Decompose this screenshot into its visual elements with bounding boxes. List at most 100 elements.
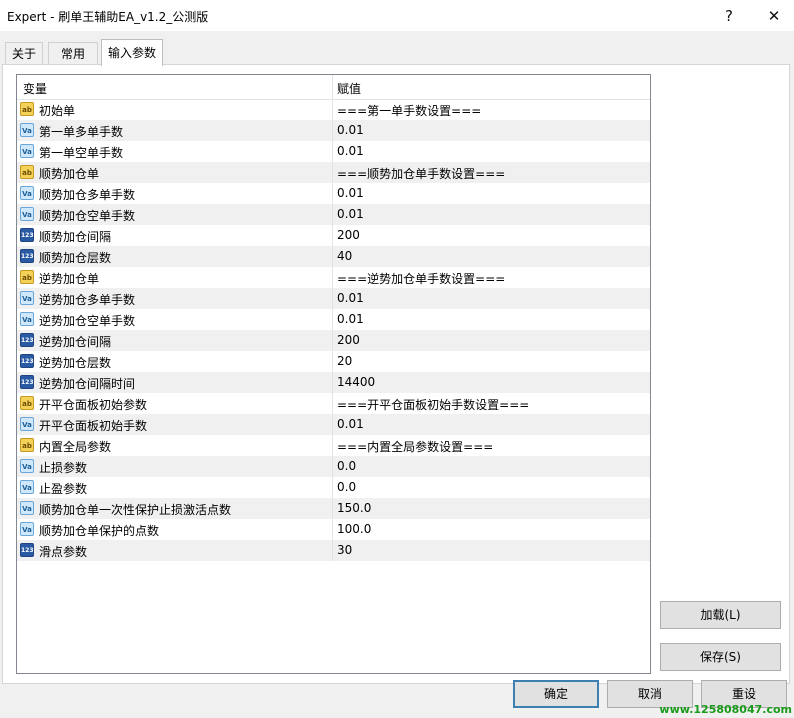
variable-value[interactable]: 0.01 bbox=[337, 291, 364, 305]
table-row[interactable]: Va 逆势加仓多单手数 0.01 bbox=[17, 288, 650, 309]
inputs-grid: 变量 赋值 ab 初始单 ===第一单手数设置=== Va 第一单多单手数 0.01 Va 第… bbox=[16, 74, 651, 674]
double-type-icon: Va bbox=[20, 522, 34, 536]
cell-divider bbox=[332, 120, 333, 141]
cell-divider bbox=[332, 183, 333, 204]
watermark: www.125808047.com bbox=[659, 703, 792, 716]
table-row[interactable]: Va 止损参数 0.0 bbox=[17, 456, 650, 477]
cell-divider bbox=[332, 204, 333, 225]
variable-name: 顺势加仓单一次性保护止损激活点数 bbox=[39, 503, 232, 517]
double-type-icon: Va bbox=[20, 123, 34, 137]
integer-type-icon: 123 bbox=[20, 543, 34, 557]
variable-value[interactable]: 200 bbox=[337, 333, 360, 347]
variable-name: 开平仓面板初始手数 bbox=[39, 419, 148, 433]
table-row[interactable]: Va 顺势加仓单一次性保护止损激活点数 150.0 bbox=[17, 498, 650, 519]
string-type-icon: ab bbox=[20, 102, 34, 116]
cell-divider bbox=[332, 246, 333, 267]
string-type-icon: ab bbox=[20, 270, 34, 284]
table-row[interactable]: Va 顺势加仓单保护的点数 100.0 bbox=[17, 519, 650, 540]
table-row[interactable]: Va 顺势加仓多单手数 0.01 bbox=[17, 183, 650, 204]
load-button[interactable]: 加载(L) bbox=[660, 601, 781, 629]
table-row[interactable]: 123 逆势加仓层数 20 bbox=[17, 351, 650, 372]
variable-value[interactable]: ===第一单手数设置=== bbox=[337, 102, 481, 119]
variable-value[interactable]: 0.01 bbox=[337, 123, 364, 137]
variable-name: 顺势加仓单保护的点数 bbox=[39, 524, 160, 538]
variable-name: 逆势加仓多单手数 bbox=[39, 293, 136, 307]
column-divider[interactable] bbox=[332, 75, 333, 99]
variable-value[interactable]: 14400 bbox=[337, 375, 375, 389]
string-type-icon: ab bbox=[20, 165, 34, 179]
title-bar: Expert - 刷单王辅助EA_v1.2_公测版 ? ✕ bbox=[0, 0, 794, 31]
close-icon[interactable]: ✕ bbox=[759, 5, 789, 27]
save-button[interactable]: 保存(S) bbox=[660, 643, 781, 671]
table-row[interactable]: Va 第一单空单手数 0.01 bbox=[17, 141, 650, 162]
help-icon[interactable]: ? bbox=[714, 5, 744, 27]
variable-value[interactable]: 200 bbox=[337, 228, 360, 242]
table-row[interactable]: Va 止盈参数 0.0 bbox=[17, 477, 650, 498]
variable-value[interactable]: ===开平仓面板初始手数设置=== bbox=[337, 396, 529, 413]
column-header-value[interactable]: 赋值 bbox=[337, 80, 361, 97]
variable-name: 顺势加仓间隔 bbox=[39, 230, 112, 244]
cell-divider bbox=[332, 99, 333, 120]
variable-value[interactable]: 20 bbox=[337, 354, 352, 368]
table-row[interactable]: 123 逆势加仓间隔时间 14400 bbox=[17, 372, 650, 393]
double-type-icon: Va bbox=[20, 186, 34, 200]
table-row[interactable]: Va 顺势加仓空单手数 0.01 bbox=[17, 204, 650, 225]
double-type-icon: Va bbox=[20, 207, 34, 221]
variable-value[interactable]: 40 bbox=[337, 249, 352, 263]
cell-divider bbox=[332, 372, 333, 393]
variable-name: 开平仓面板初始参数 bbox=[39, 398, 148, 412]
table-row[interactable]: 123 顺势加仓间隔 200 bbox=[17, 225, 650, 246]
tab-inputs[interactable]: 输入参数 bbox=[101, 39, 163, 66]
table-row[interactable]: ab 开平仓面板初始参数 ===开平仓面板初始手数设置=== bbox=[17, 393, 650, 414]
variable-value[interactable]: ===顺势加仓单手数设置=== bbox=[337, 165, 505, 182]
variable-value[interactable]: 0.0 bbox=[337, 480, 356, 494]
cell-divider bbox=[332, 330, 333, 351]
cell-divider bbox=[332, 309, 333, 330]
table-row[interactable]: Va 开平仓面板初始手数 0.01 bbox=[17, 414, 650, 435]
variable-name: 逆势加仓单 bbox=[39, 272, 100, 286]
variable-value[interactable]: 0.0 bbox=[337, 459, 356, 473]
variable-name: 顺势加仓空单手数 bbox=[39, 209, 136, 223]
variable-name: 内置全局参数 bbox=[39, 440, 112, 454]
integer-type-icon: 123 bbox=[20, 354, 34, 368]
variable-name: 顺势加仓多单手数 bbox=[39, 188, 136, 202]
integer-type-icon: 123 bbox=[20, 249, 34, 263]
tab-strip: 关于 常用 输入参数 bbox=[0, 31, 794, 66]
double-type-icon: Va bbox=[20, 480, 34, 494]
variable-name: 逆势加仓间隔 bbox=[39, 335, 112, 349]
table-row[interactable]: ab 初始单 ===第一单手数设置=== bbox=[17, 99, 650, 120]
variable-value[interactable]: 0.01 bbox=[337, 144, 364, 158]
column-header-variable[interactable]: 变量 bbox=[23, 80, 47, 97]
variable-name: 第一单多单手数 bbox=[39, 125, 124, 139]
table-row[interactable]: 123 滑点参数 30 bbox=[17, 540, 650, 561]
tab-about[interactable]: 关于 bbox=[5, 42, 43, 64]
table-row[interactable]: ab 逆势加仓单 ===逆势加仓单手数设置=== bbox=[17, 267, 650, 288]
variable-value[interactable]: ===逆势加仓单手数设置=== bbox=[337, 270, 505, 287]
variable-name: 逆势加仓层数 bbox=[39, 356, 112, 370]
ok-button[interactable]: 确定 bbox=[513, 680, 599, 708]
table-row[interactable]: ab 内置全局参数 ===内置全局参数设置=== bbox=[17, 435, 650, 456]
double-type-icon: Va bbox=[20, 312, 34, 326]
variable-name: 止盈参数 bbox=[39, 482, 88, 496]
integer-type-icon: 123 bbox=[20, 333, 34, 347]
string-type-icon: ab bbox=[20, 396, 34, 410]
variable-value[interactable]: 100.0 bbox=[337, 522, 371, 536]
variable-value[interactable]: 0.01 bbox=[337, 312, 364, 326]
double-type-icon: Va bbox=[20, 501, 34, 515]
table-row[interactable]: 123 顺势加仓层数 40 bbox=[17, 246, 650, 267]
variable-value[interactable]: 0.01 bbox=[337, 207, 364, 221]
variable-value[interactable]: 0.01 bbox=[337, 417, 364, 431]
table-row[interactable]: 123 逆势加仓间隔 200 bbox=[17, 330, 650, 351]
cell-divider bbox=[332, 225, 333, 246]
variable-name: 逆势加仓间隔时间 bbox=[39, 377, 136, 391]
variable-name: 顺势加仓单 bbox=[39, 167, 100, 181]
variable-value[interactable]: 30 bbox=[337, 543, 352, 557]
variable-value[interactable]: ===内置全局参数设置=== bbox=[337, 438, 493, 455]
table-row[interactable]: Va 第一单多单手数 0.01 bbox=[17, 120, 650, 141]
cell-divider bbox=[332, 435, 333, 456]
tab-common[interactable]: 常用 bbox=[48, 42, 98, 64]
table-row[interactable]: Va 逆势加仓空单手数 0.01 bbox=[17, 309, 650, 330]
variable-value[interactable]: 150.0 bbox=[337, 501, 371, 515]
table-row[interactable]: ab 顺势加仓单 ===顺势加仓单手数设置=== bbox=[17, 162, 650, 183]
variable-value[interactable]: 0.01 bbox=[337, 186, 364, 200]
